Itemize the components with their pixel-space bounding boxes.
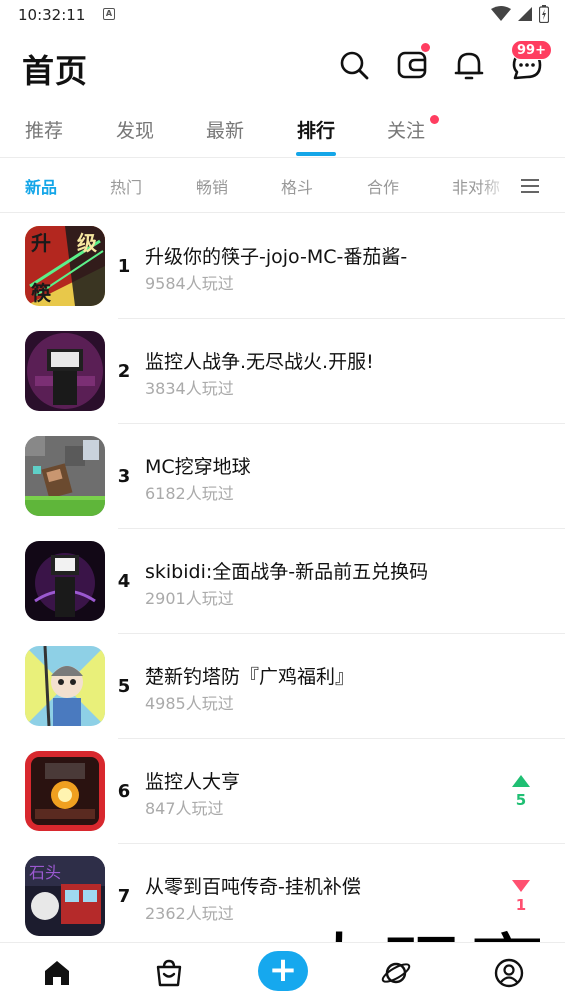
game-thumbnail bbox=[25, 646, 105, 726]
main-tabs: 推荐 发现 最新 排行 关注 bbox=[0, 110, 565, 158]
game-thumbnail bbox=[25, 541, 105, 621]
signal-icon bbox=[518, 7, 532, 21]
rank-number: 5 bbox=[117, 676, 131, 697]
play-count: 9584人玩过 bbox=[145, 274, 234, 293]
planet-icon[interactable] bbox=[380, 957, 412, 989]
game-thumbnail: 升 级 筷 bbox=[25, 226, 105, 306]
game-title: MC挖穿地球 bbox=[145, 456, 251, 478]
rank-number: 1 bbox=[117, 256, 131, 277]
divider bbox=[0, 157, 565, 158]
subtab-coop[interactable]: 合作 bbox=[367, 174, 399, 198]
game-thumbnail: 石头 bbox=[25, 856, 105, 936]
play-count: 2901人玩过 bbox=[145, 589, 234, 608]
rank-number: 2 bbox=[117, 361, 131, 382]
category-tabs: 新品 热门 畅销 格斗 合作 非对称 bbox=[0, 160, 565, 212]
game-title: 监控人战争.无尽战火.开服! bbox=[145, 351, 374, 373]
list-item[interactable]: 3 MC挖穿地球 6182人玩过 bbox=[0, 424, 565, 529]
category-menu-icon[interactable] bbox=[521, 178, 539, 194]
list-item[interactable]: 6 监控人大亨 847人玩过 5 bbox=[0, 739, 565, 844]
search-icon[interactable] bbox=[337, 48, 371, 82]
thumb-text: 级 bbox=[77, 231, 97, 255]
tab-discover[interactable]: 发现 bbox=[116, 116, 154, 143]
game-thumbnail bbox=[25, 331, 105, 411]
status-bar: 10:32:11 A bbox=[0, 0, 565, 32]
rank-number: 6 bbox=[117, 781, 131, 802]
list-item[interactable]: 升 级 筷 1 升级你的筷子-jojo-MC-番茄酱- 9584人玩过 bbox=[0, 214, 565, 319]
subtab-bestseller[interactable]: 畅销 bbox=[196, 174, 228, 198]
notification-icon: A bbox=[103, 8, 115, 20]
game-title: 监控人大亨 bbox=[145, 771, 241, 793]
active-tab-indicator bbox=[296, 152, 336, 156]
tab-ranking[interactable]: 排行 bbox=[297, 116, 335, 143]
wifi-icon bbox=[491, 6, 511, 21]
play-count: 2362人玩过 bbox=[145, 904, 234, 923]
play-count: 847人玩过 bbox=[145, 799, 224, 818]
arrow-down-icon bbox=[512, 880, 530, 892]
thumb-text: 升 bbox=[31, 231, 51, 255]
game-title: 升级你的筷子-jojo-MC-番茄酱- bbox=[145, 246, 408, 268]
home-icon[interactable] bbox=[41, 957, 73, 989]
message-count-badge: 99+ bbox=[511, 40, 552, 60]
status-time: 10:32:11 bbox=[18, 6, 86, 24]
bottom-nav: + bbox=[0, 942, 565, 1004]
tab-following[interactable]: 关注 bbox=[387, 116, 425, 143]
rank-number: 3 bbox=[117, 466, 131, 487]
battery-icon bbox=[539, 5, 549, 23]
header: 首页 99+ bbox=[0, 36, 565, 100]
tab-latest[interactable]: 最新 bbox=[206, 116, 244, 143]
system-icons bbox=[491, 5, 549, 23]
game-title: skibidi:全面战争-新品前五兑换码 bbox=[145, 561, 429, 583]
bell-icon[interactable] bbox=[452, 48, 486, 82]
game-title: 从零到百吨传奇-挂机补偿 bbox=[145, 876, 361, 898]
following-badge-dot bbox=[430, 115, 439, 124]
tab-recommend[interactable]: 推荐 bbox=[25, 116, 63, 143]
rank-number: 4 bbox=[117, 571, 131, 592]
page-title: 首页 bbox=[22, 52, 89, 90]
wallet-badge-dot bbox=[421, 43, 430, 52]
list-item[interactable]: 2 监控人战争.无尽战火.开服! 3834人玩过 bbox=[0, 319, 565, 424]
thumb-text: 筷 bbox=[31, 281, 52, 305]
arrow-up-icon bbox=[512, 775, 530, 787]
list-item[interactable]: 5 楚新钓塔防『广鸡福利』 4985人玩过 bbox=[0, 634, 565, 739]
play-count: 3834人玩过 bbox=[145, 379, 234, 398]
publish-button[interactable]: + bbox=[258, 951, 308, 991]
game-thumbnail bbox=[25, 751, 105, 831]
play-count: 4985人玩过 bbox=[145, 694, 234, 713]
subtab-hot[interactable]: 热门 bbox=[110, 174, 142, 198]
rank-number: 7 bbox=[117, 886, 131, 907]
subtab-fighting[interactable]: 格斗 bbox=[281, 174, 313, 198]
rank-up-indicator: 5 bbox=[510, 775, 532, 809]
game-thumbnail bbox=[25, 436, 105, 516]
shop-icon[interactable] bbox=[153, 957, 185, 989]
profile-icon[interactable] bbox=[493, 957, 525, 989]
thumb-text: 石头 bbox=[29, 863, 61, 882]
game-title: 楚新钓塔防『广鸡福利』 bbox=[145, 666, 355, 688]
subtab-new[interactable]: 新品 bbox=[25, 174, 57, 198]
wallet-icon[interactable] bbox=[395, 48, 429, 82]
divider bbox=[0, 212, 565, 213]
play-count: 6182人玩过 bbox=[145, 484, 234, 503]
list-item[interactable]: 4 skibidi:全面战争-新品前五兑换码 2901人玩过 bbox=[0, 529, 565, 634]
rank-change: 5 bbox=[515, 791, 527, 809]
